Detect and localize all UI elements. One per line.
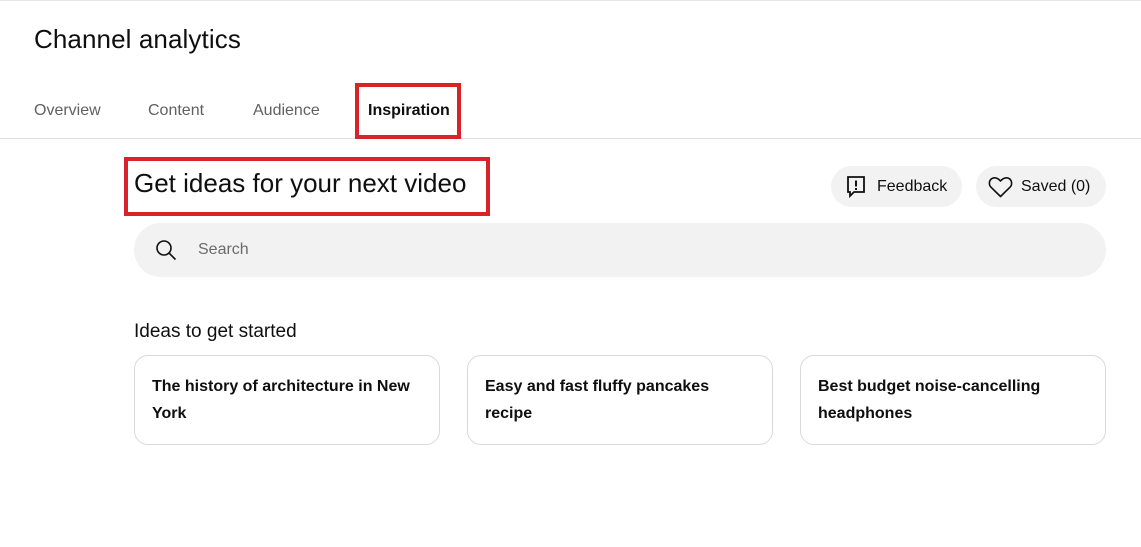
idea-card-text: Best budget noise-cancelling headphones — [818, 378, 1041, 422]
idea-card-text: Easy and fast fluffy pancakes recipe — [485, 378, 710, 422]
tab-overview[interactable]: Overview — [34, 84, 101, 138]
idea-card[interactable]: Easy and fast fluffy pancakes recipe — [467, 355, 773, 445]
feedback-button[interactable]: Feedback — [831, 166, 962, 207]
saved-label: Saved (0) — [1021, 177, 1091, 195]
page-title: Channel analytics — [34, 24, 241, 54]
saved-button[interactable]: Saved (0) — [976, 166, 1106, 207]
top-divider — [0, 0, 1141, 1]
tab-bar: Overview Content Audience Inspiration — [0, 84, 1141, 139]
idea-card-text: The history of architecture in New York — [152, 378, 410, 422]
tab-content[interactable]: Content — [148, 84, 204, 138]
feedback-label: Feedback — [877, 177, 948, 195]
idea-card[interactable]: Best budget noise-cancelling headphones — [800, 355, 1106, 445]
tab-audience[interactable]: Audience — [253, 84, 320, 138]
search-icon — [154, 238, 178, 267]
ideas-section-title: Ideas to get started — [134, 321, 297, 342]
search-bar — [134, 223, 1106, 277]
heading-highlight-box — [124, 157, 490, 216]
tab-inspiration-highlight-box — [355, 83, 461, 139]
heart-icon — [988, 176, 1013, 198]
search-input[interactable] — [198, 223, 1078, 277]
idea-card[interactable]: The history of architecture in New York — [134, 355, 440, 445]
feedback-flag-icon — [845, 175, 867, 199]
